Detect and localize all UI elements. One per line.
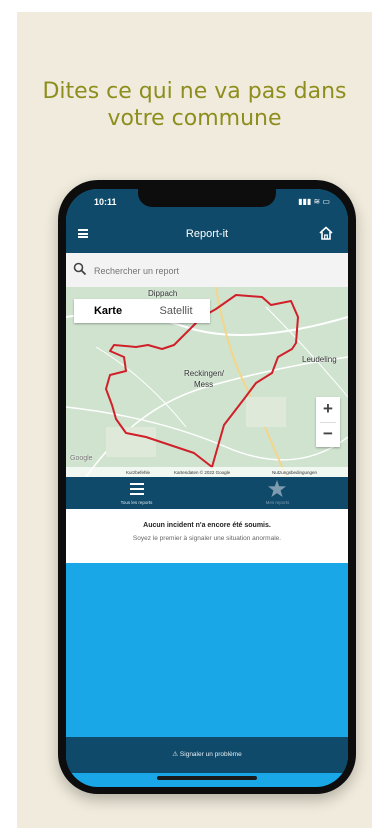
google-logo: Google (70, 455, 93, 462)
report-problem-label: Signaler un problème (179, 751, 242, 758)
tab-my-reports-label: Mes reports (265, 500, 290, 505)
phone-notch (138, 189, 276, 207)
tab-my-reports[interactable]: Mes reports (207, 477, 348, 509)
map-label-leudeling: Leudeling (302, 355, 337, 364)
tab-all-reports[interactable]: Tous les reports (66, 477, 207, 509)
tab-bar: Tous les reports Mes reports (66, 477, 348, 509)
tab-all-reports-label: Tous les reports (120, 500, 153, 505)
zoom-out-button[interactable]: − (316, 422, 340, 447)
status-time: 10:11 (94, 197, 117, 207)
zoom-divider (320, 422, 336, 423)
alert-icon: ⚠ (172, 751, 179, 758)
search-icon (73, 262, 87, 276)
search-input[interactable] (92, 260, 336, 282)
promo-headline: Dites ce qui ne va pas dans votre commun… (17, 78, 372, 132)
map-type-karte[interactable]: Karte (74, 305, 142, 317)
map-type-toggle: Karte Satellit (74, 299, 210, 323)
empty-state: Aucun incident n'a encore été soumis. So… (66, 509, 348, 563)
zoom-in-button[interactable]: + (316, 397, 340, 422)
home-icon[interactable] (318, 225, 334, 241)
map-zoom-control: + − (316, 397, 340, 447)
attribution-mapdata: Kartendaten © 2022 Google (174, 470, 231, 475)
search-bar[interactable] (66, 253, 348, 288)
map-attribution: Kurzbefehle Kartendaten © 2022 Google Nu… (66, 467, 348, 477)
map-label-dippach: Dippach (148, 289, 178, 298)
star-icon (268, 480, 286, 497)
empty-state-title: Aucun incident n'a encore été soumis. (143, 522, 271, 529)
empty-state-subtitle: Soyez le premier à signaler une situatio… (132, 535, 282, 542)
report-problem-button[interactable]: ⚠ Signaler un problème (66, 737, 348, 773)
headline-line-2: votre commune (107, 106, 282, 131)
map-view[interactable]: Karte Satellit Dippach Reckingen/ Mess L… (66, 287, 348, 477)
app-bar: Report-it (66, 215, 348, 253)
headline-line-1: Dites ce qui ne va pas dans (42, 79, 347, 104)
map-label-reckingen: Reckingen/ (184, 369, 225, 378)
map-label-mess: Mess (194, 380, 214, 389)
attribution-terms[interactable]: Nutzungsbedingungen (272, 470, 317, 475)
list-icon (130, 483, 144, 495)
attribution-shortcuts[interactable]: Kurzbefehle (126, 470, 150, 475)
report-problem-row: ⚠ Signaler un problème (66, 750, 348, 758)
map-type-satellit[interactable]: Satellit (142, 305, 210, 317)
home-indicator (157, 776, 257, 780)
phone-screen: 10:11 ▮▮▮ ≋ ▭ Report-it Rechercher un re… (66, 189, 348, 787)
app-title: Report-it (185, 228, 229, 240)
status-signal-icons: ▮▮▮ ≋ ▭ (298, 197, 330, 206)
